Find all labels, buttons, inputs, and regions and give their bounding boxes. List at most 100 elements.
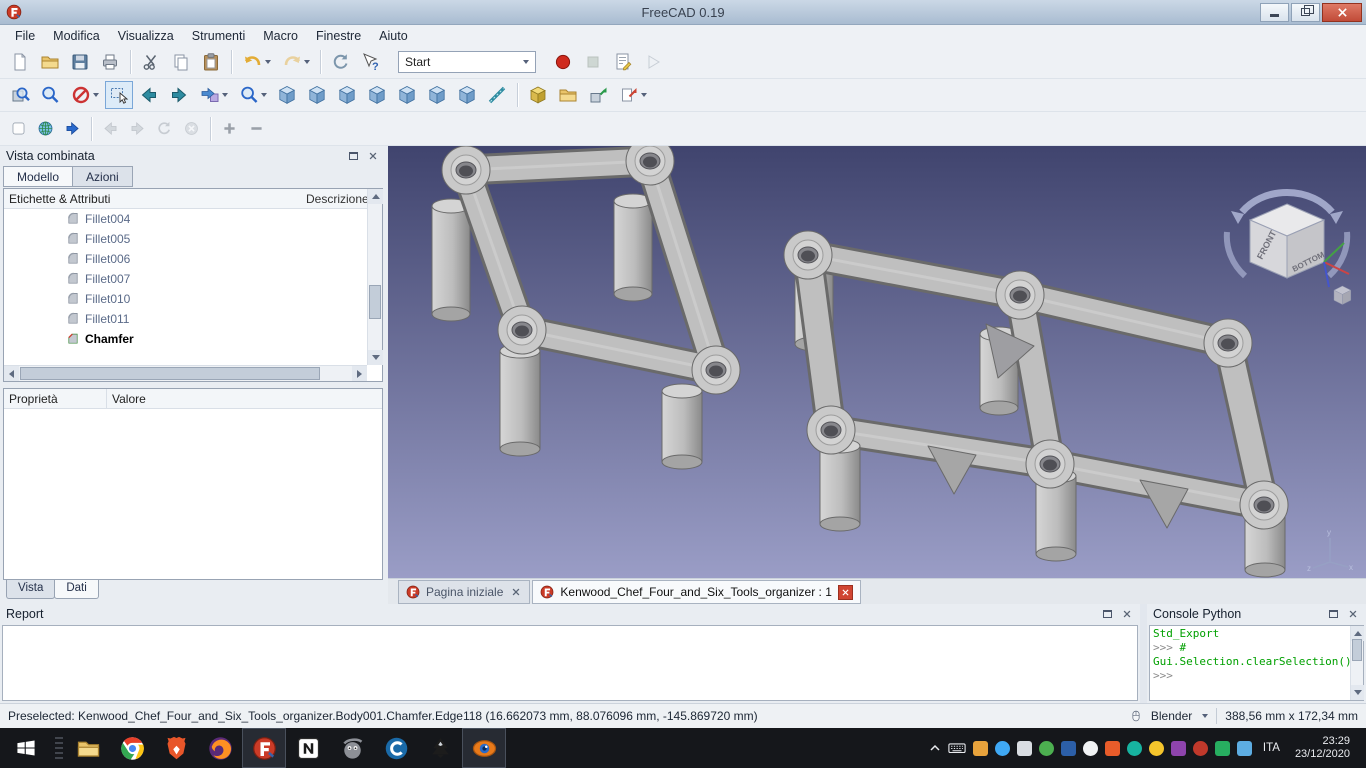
refresh-button[interactable]: [327, 48, 355, 76]
scroll-right-button[interactable]: [352, 366, 367, 381]
paste-button[interactable]: [197, 48, 225, 76]
browser-forward-button[interactable]: [60, 116, 85, 141]
taskbar-inkscape[interactable]: [418, 728, 462, 768]
draw-style-button[interactable]: [66, 81, 103, 109]
tab-azioni[interactable]: Azioni: [72, 166, 133, 187]
fit-selection-button[interactable]: [36, 81, 64, 109]
close-button[interactable]: [1322, 3, 1362, 22]
tree-item-fillet011[interactable]: Fillet011: [4, 309, 367, 329]
tray-icon[interactable]: [1215, 741, 1230, 756]
macro-record-button[interactable]: [549, 48, 577, 76]
taskbar-file-explorer[interactable]: [66, 728, 110, 768]
maximize-button[interactable]: [1291, 3, 1320, 22]
view-bottom-button[interactable]: [423, 81, 451, 109]
menu-aiuto[interactable]: Aiuto: [370, 27, 417, 45]
workbench-selector[interactable]: Start: [398, 51, 536, 73]
share-button[interactable]: [614, 81, 651, 109]
keyboard-icon[interactable]: [948, 739, 966, 757]
view-axonometric-button[interactable]: [273, 81, 301, 109]
macro-execute-button[interactable]: [639, 48, 667, 76]
taskbar-notion[interactable]: [286, 728, 330, 768]
minimize-button[interactable]: [1260, 3, 1289, 22]
menu-file[interactable]: File: [6, 27, 44, 45]
scroll-left-button[interactable]: [4, 366, 19, 381]
close-tab-button[interactable]: [838, 585, 853, 600]
menu-visualizza[interactable]: Visualizza: [109, 27, 183, 45]
new-file-button[interactable]: [6, 48, 34, 76]
close-panel-button[interactable]: [1120, 607, 1134, 621]
tree-item-fillet006[interactable]: Fillet006: [4, 249, 367, 269]
whats-this-button[interactable]: [357, 48, 385, 76]
language-indicator[interactable]: ITA: [1259, 742, 1284, 754]
tray-icon[interactable]: [1083, 741, 1098, 756]
tray-icon[interactable]: [1105, 741, 1120, 756]
tray-icon[interactable]: [1061, 741, 1076, 756]
menu-modifica[interactable]: Modifica: [44, 27, 109, 45]
menu-finestre[interactable]: Finestre: [307, 27, 370, 45]
tree-item-fillet005[interactable]: Fillet005: [4, 229, 367, 249]
python-console-header[interactable]: Console Python: [1147, 604, 1366, 624]
measure-distance-button[interactable]: [483, 81, 511, 109]
view-left-button[interactable]: [453, 81, 481, 109]
tab-modello[interactable]: Modello: [3, 166, 73, 187]
3d-viewport[interactable]: FRONT BOTTOM y x z: [388, 146, 1366, 578]
tray-expand-icon[interactable]: [929, 742, 941, 754]
redo-button[interactable]: [277, 48, 314, 76]
close-panel-button[interactable]: [366, 149, 380, 163]
fit-all-button[interactable]: [6, 81, 34, 109]
scrollbar-thumb[interactable]: [1352, 639, 1362, 661]
tray-icon[interactable]: [1039, 741, 1054, 756]
tree-item-chamfer[interactable]: Chamfer: [4, 329, 367, 349]
navigate-back-button[interactable]: [135, 81, 163, 109]
view-front-button[interactable]: [303, 81, 331, 109]
view-right-button[interactable]: [363, 81, 391, 109]
taskbar-image-viewer[interactable]: [462, 728, 506, 768]
scroll-down-button[interactable]: [368, 350, 383, 365]
tray-icon[interactable]: [1149, 741, 1164, 756]
undo-button[interactable]: [238, 48, 275, 76]
float-panel-button[interactable]: [1100, 607, 1114, 621]
tray-icon[interactable]: [1127, 741, 1142, 756]
tab-dati[interactable]: Dati: [54, 580, 98, 599]
navigate-forward-button[interactable]: [165, 81, 193, 109]
forward-button[interactable]: [125, 116, 150, 141]
report-header[interactable]: Report: [0, 604, 1140, 624]
tray-icon[interactable]: [1171, 741, 1186, 756]
float-panel-button[interactable]: [1326, 607, 1340, 621]
save-button[interactable]: [66, 48, 94, 76]
stop-button[interactable]: [179, 116, 204, 141]
open-file-button[interactable]: [36, 48, 64, 76]
taskbar-gimp[interactable]: [330, 728, 374, 768]
console-scrollbar[interactable]: [1350, 626, 1363, 700]
tree-item-fillet007[interactable]: Fillet007: [4, 269, 367, 289]
title-bar[interactable]: FreeCAD 0.19: [0, 0, 1366, 25]
python-console-content[interactable]: Std_Export >>> # Gui.Selection.clearSele…: [1149, 625, 1364, 701]
tray-icon[interactable]: [1237, 741, 1252, 756]
combined-view-header[interactable]: Vista combinata: [0, 146, 386, 166]
new-group-button[interactable]: [554, 81, 582, 109]
close-tab-button[interactable]: [509, 586, 522, 599]
navigation-cube[interactable]: FRONT BOTTOM: [1212, 148, 1362, 308]
tree-horizontal-scrollbar[interactable]: [4, 365, 367, 381]
export-button[interactable]: [584, 81, 612, 109]
scrollbar-thumb[interactable]: [20, 367, 320, 380]
nav-style-selector[interactable]: Blender: [1151, 709, 1192, 723]
part-primitive-button[interactable]: [524, 81, 552, 109]
scroll-down-button[interactable]: [1351, 685, 1364, 700]
taskbar-cura[interactable]: [374, 728, 418, 768]
tray-icon[interactable]: [995, 741, 1010, 756]
zoom-out-button[interactable]: [244, 116, 269, 141]
chevron-down-icon[interactable]: [1202, 714, 1208, 718]
taskbar-firefox[interactable]: [198, 728, 242, 768]
cut-button[interactable]: [137, 48, 165, 76]
link-view-button[interactable]: [195, 81, 232, 109]
tray-icon[interactable]: [973, 741, 988, 756]
back-button[interactable]: [98, 116, 123, 141]
close-panel-button[interactable]: [1346, 607, 1360, 621]
taskbar-grip[interactable]: [55, 737, 63, 759]
tab-start-page[interactable]: Pagina iniziale: [398, 580, 530, 604]
menu-macro[interactable]: Macro: [254, 27, 307, 45]
taskbar-freecad[interactable]: [242, 728, 286, 768]
macro-stop-button[interactable]: [579, 48, 607, 76]
scroll-up-button[interactable]: [368, 189, 383, 204]
